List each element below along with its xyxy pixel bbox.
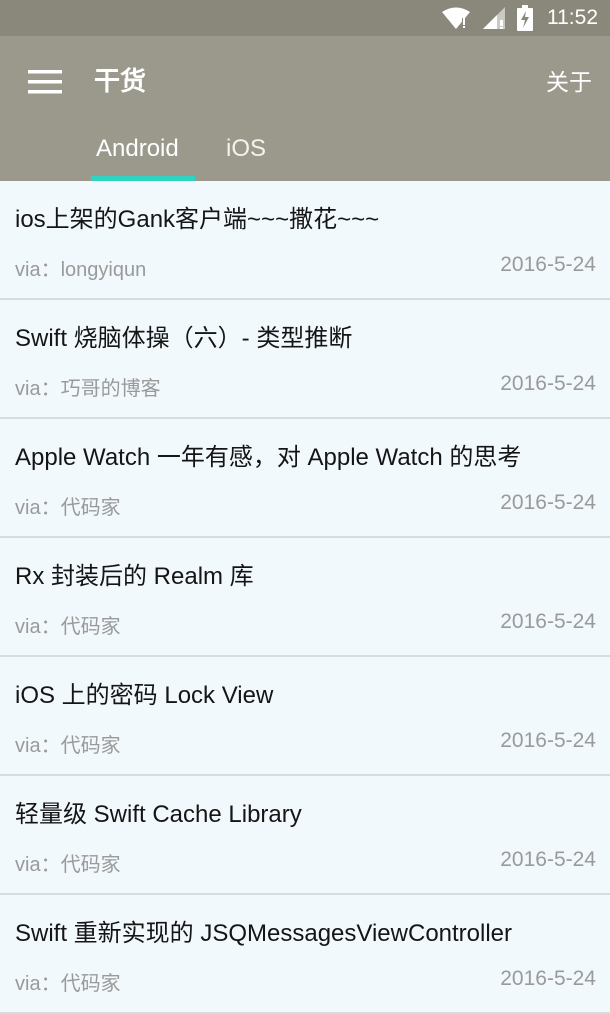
list-item[interactable]: Swift 重新实现的 JSQMessagesViewController vi… <box>0 895 610 1014</box>
item-title: iOS 上的密码 Lock View <box>15 682 274 709</box>
item-author: via：longyiqun <box>15 259 147 281</box>
item-date: 2016-5-24 <box>500 491 596 514</box>
item-author: via：代码家 <box>15 973 121 995</box>
item-title: Swift 烧脑体操（六）- 类型推断 <box>15 325 353 352</box>
item-author: via：代码家 <box>15 497 121 519</box>
item-title: Rx 封装后的 Realm 库 <box>15 563 254 590</box>
battery-charging-icon <box>517 5 533 31</box>
article-list: ios上架的Gank客户端~~~撒花~~~ via：longyiqun 2016… <box>0 181 610 1014</box>
item-author: via：巧哥的博客 <box>15 378 161 400</box>
item-title: ios上架的Gank客户端~~~撒花~~~ <box>15 206 380 233</box>
list-item[interactable]: Swift 烧脑体操（六）- 类型推断 via：巧哥的博客 2016-5-24 <box>0 300 610 419</box>
tab-ios[interactable]: iOS <box>226 128 266 181</box>
signal-icon <box>481 6 507 30</box>
tab-android[interactable]: Android <box>96 128 179 181</box>
list-item[interactable]: Apple Watch 一年有感，对 Apple Watch 的思考 via：代… <box>0 419 610 538</box>
item-title: Apple Watch 一年有感，对 Apple Watch 的思考 <box>15 444 522 471</box>
item-author: via：代码家 <box>15 735 121 757</box>
item-title: 轻量级 Swift Cache Library <box>15 801 302 828</box>
item-date: 2016-5-24 <box>500 610 596 633</box>
item-date: 2016-5-24 <box>500 253 596 276</box>
hamburger-menu-icon[interactable] <box>28 68 62 96</box>
about-button[interactable]: 关于 <box>546 66 592 100</box>
page-title: 干货 <box>94 67 147 97</box>
item-author: via：代码家 <box>15 854 121 876</box>
item-date: 2016-5-24 <box>500 848 596 871</box>
tab-bar: Android iOS <box>0 128 610 181</box>
wifi-icon <box>441 6 471 30</box>
item-date: 2016-5-24 <box>500 967 596 990</box>
item-date: 2016-5-24 <box>500 729 596 752</box>
item-date: 2016-5-24 <box>500 372 596 395</box>
item-author: via：代码家 <box>15 616 121 638</box>
status-time: 11:52 <box>547 6 598 29</box>
app-bar: 干货 关于 Android iOS <box>0 36 610 181</box>
item-title: Swift 重新实现的 JSQMessagesViewController <box>15 920 513 947</box>
status-icons: 11:52 <box>441 0 598 36</box>
list-item[interactable]: ios上架的Gank客户端~~~撒花~~~ via：longyiqun 2016… <box>0 181 610 300</box>
list-item[interactable]: iOS 上的密码 Lock View via：代码家 2016-5-24 <box>0 657 610 776</box>
status-bar: 11:52 <box>0 0 610 36</box>
list-item[interactable]: 轻量级 Swift Cache Library via：代码家 2016-5-2… <box>0 776 610 895</box>
list-item[interactable]: Rx 封装后的 Realm 库 via：代码家 2016-5-24 <box>0 538 610 657</box>
